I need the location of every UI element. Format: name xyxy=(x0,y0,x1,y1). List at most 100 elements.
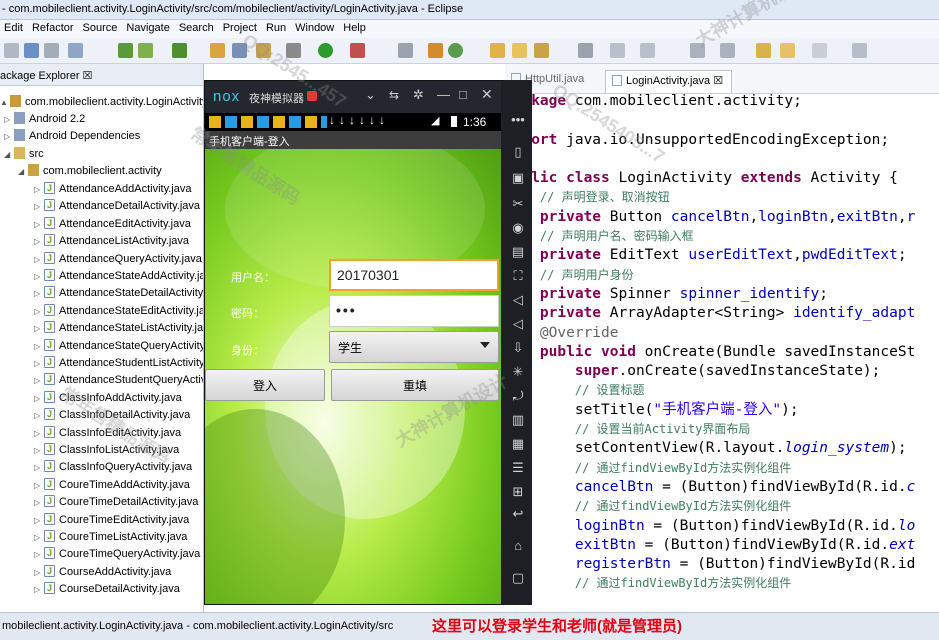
install-apk-icon[interactable]: ⇩ xyxy=(510,340,526,356)
volume-up-icon[interactable]: ◁ xyxy=(510,292,526,308)
menu-source[interactable]: Source xyxy=(79,20,123,34)
menu-help[interactable]: Help xyxy=(339,20,371,34)
tree-file-item[interactable]: ▷CoureTimeQueryActivity.java xyxy=(34,545,200,563)
menu-icon[interactable]: ☰ xyxy=(510,460,526,476)
menu-refactor[interactable]: Refactor xyxy=(28,20,79,34)
build-icon[interactable] xyxy=(210,43,225,58)
tree-file-item[interactable]: ▷CoureTimeListActivity.java xyxy=(34,528,187,546)
role-select[interactable]: 学生 xyxy=(329,331,499,363)
annotation-icon[interactable] xyxy=(610,43,625,58)
tree-file-item[interactable]: ▷AttendanceAddActivity.java xyxy=(34,180,191,198)
open-type-icon[interactable] xyxy=(490,43,505,58)
save-icon[interactable] xyxy=(24,43,39,58)
bookmark-icon[interactable] xyxy=(232,43,247,58)
tree-file-item[interactable]: ▷ClassInfoEditActivity.java xyxy=(34,424,181,442)
tree-file-item[interactable]: ▷AttendanceStateListActivity.java xyxy=(34,319,203,337)
tree-android-deps[interactable]: ▷ Android Dependencies xyxy=(4,128,140,145)
forward-icon[interactable] xyxy=(812,43,827,58)
record-icon[interactable] xyxy=(307,91,317,101)
username-input[interactable]: 20170301 xyxy=(329,259,499,291)
new-icon[interactable] xyxy=(4,43,19,58)
macro-icon[interactable]: ⊞ xyxy=(510,484,526,500)
perspective-icon[interactable] xyxy=(852,43,867,58)
reset-button[interactable]: 重填 xyxy=(331,369,499,401)
link-icon[interactable] xyxy=(256,43,271,58)
tree-file-item[interactable]: ▷AttendanceStateAddActivity.java xyxy=(34,267,203,285)
tree-file-item[interactable]: ▷ClassInfoAddActivity.java xyxy=(34,389,182,407)
tree-file-item[interactable]: ▷AttendanceDetailActivity.java xyxy=(34,197,200,215)
tree-file-item[interactable]: ▷CoureTimeDetailActivity.java xyxy=(34,493,198,511)
check-icon[interactable] xyxy=(172,43,187,58)
tree-file-item[interactable]: ▷AttendanceStudentQueryActivity.java xyxy=(34,371,203,389)
prev-annotation-icon[interactable] xyxy=(720,43,735,58)
minimize-icon[interactable]: — xyxy=(437,87,450,102)
code-area[interactable]: package com.mobileclient.activity; impor… xyxy=(505,92,939,594)
chevron-down-icon[interactable]: ⌄ xyxy=(365,87,376,103)
maximize-icon[interactable]: □ xyxy=(459,87,467,102)
back-nav-icon[interactable]: ↩ xyxy=(510,506,526,522)
menu-run[interactable]: Run xyxy=(262,20,291,34)
android-sdk-icon[interactable] xyxy=(118,43,133,58)
next-annotation-icon[interactable] xyxy=(690,43,705,58)
location-icon[interactable]: ◉ xyxy=(510,220,526,236)
tree-file-item[interactable]: ▷ClassInfoQueryActivity.java xyxy=(34,458,192,476)
tab-loginactivity[interactable]: LoginActivity.java ☒ xyxy=(605,70,733,93)
swap-icon[interactable]: ⇆ xyxy=(389,88,399,102)
package-explorer-tab[interactable]: ackage Explorer ☒ xyxy=(0,64,203,86)
tree-src[interactable]: ◢ src xyxy=(4,146,44,163)
gear-icon[interactable]: ✲ xyxy=(413,87,424,103)
debug-icon[interactable] xyxy=(286,43,301,58)
close-icon[interactable]: ✕ xyxy=(481,86,493,103)
pin-icon[interactable] xyxy=(398,43,413,58)
more-icon[interactable]: ••• xyxy=(510,112,526,128)
print-icon[interactable] xyxy=(68,43,83,58)
menu-search[interactable]: Search xyxy=(175,20,219,34)
tree-file-item[interactable]: ▷ClassInfoListActivity.java xyxy=(34,441,179,459)
avd-icon[interactable] xyxy=(138,43,153,58)
tree-file-item[interactable]: ▷AttendanceStateDetailActivity.java xyxy=(34,284,203,302)
toggle-mark-icon[interactable] xyxy=(578,43,593,58)
open-folder-icon[interactable] xyxy=(512,43,527,58)
camera-icon[interactable]: ▥ xyxy=(510,412,526,428)
external-tools-icon[interactable] xyxy=(350,43,365,58)
last-edit-icon[interactable] xyxy=(756,43,771,58)
tree-file-item[interactable]: ▷AttendanceStateQueryActivity.java xyxy=(34,337,203,355)
run-icon[interactable] xyxy=(318,43,333,58)
keyboard-icon[interactable]: ▤ xyxy=(510,244,526,260)
tree-file-item[interactable]: ▷AttendanceEditActivity.java xyxy=(34,215,191,233)
home-icon[interactable]: ⌂ xyxy=(510,538,526,554)
tree-file-item[interactable]: ▷AttendanceListActivity.java xyxy=(34,232,189,250)
scissors-icon[interactable]: ✂ xyxy=(510,196,526,212)
tree-file-item[interactable]: ▷AttendanceStateEditActivity.java xyxy=(34,302,203,320)
tree-file-item[interactable]: ▷CoureTimeEditActivity.java xyxy=(34,511,189,529)
tree-package[interactable]: ◢ com.mobileclient.activity xyxy=(18,163,162,180)
password-input[interactable]: ••• xyxy=(329,295,499,327)
back-icon[interactable] xyxy=(780,43,795,58)
new-class-icon[interactable] xyxy=(428,43,443,58)
menu-project[interactable]: Project xyxy=(219,20,262,34)
tree-file-item[interactable]: ▷ClassInfoDetailActivity.java xyxy=(34,406,190,424)
tree-file-item[interactable]: ▷CourseAddActivity.java xyxy=(34,563,171,581)
save-all-icon[interactable] xyxy=(44,43,59,58)
tree-project[interactable]: ▲ com.mobileclient.activity.LoginActivity xyxy=(0,94,203,111)
menu-navigate[interactable]: Navigate xyxy=(122,20,174,34)
login-button[interactable]: 登入 xyxy=(205,369,325,401)
tree-file-item[interactable]: ▷AttendanceStudentListActivity.java xyxy=(34,354,203,372)
robot-icon[interactable]: ▣ xyxy=(510,170,526,186)
tree-android-lib[interactable]: ▷ Android 2.2 xyxy=(4,111,85,128)
menu-edit[interactable]: Edit xyxy=(0,20,28,34)
show-whitespace-icon[interactable] xyxy=(640,43,655,58)
shake-icon[interactable]: ⤾ xyxy=(510,388,526,404)
loading-icon[interactable]: ✳ xyxy=(510,364,526,380)
volume-down-icon[interactable]: ◁ xyxy=(510,316,526,332)
phone-icon[interactable]: ▯ xyxy=(510,144,526,160)
multi-instance-icon[interactable]: ▦ xyxy=(510,436,526,452)
search-icon[interactable] xyxy=(534,43,549,58)
tree-file-item[interactable]: ▷AttendanceQueryActivity.java xyxy=(34,250,202,268)
tree-file-item[interactable]: ▷CoureTimeAddActivity.java xyxy=(34,476,190,494)
new-java-icon[interactable] xyxy=(448,43,463,58)
tree-file-item[interactable]: ▷CourseDetailActivity.java xyxy=(34,580,180,598)
recent-apps-icon[interactable]: ▢ xyxy=(510,570,526,586)
fullscreen-icon[interactable]: ⛶ xyxy=(510,268,526,284)
menu-window[interactable]: Window xyxy=(291,20,339,34)
